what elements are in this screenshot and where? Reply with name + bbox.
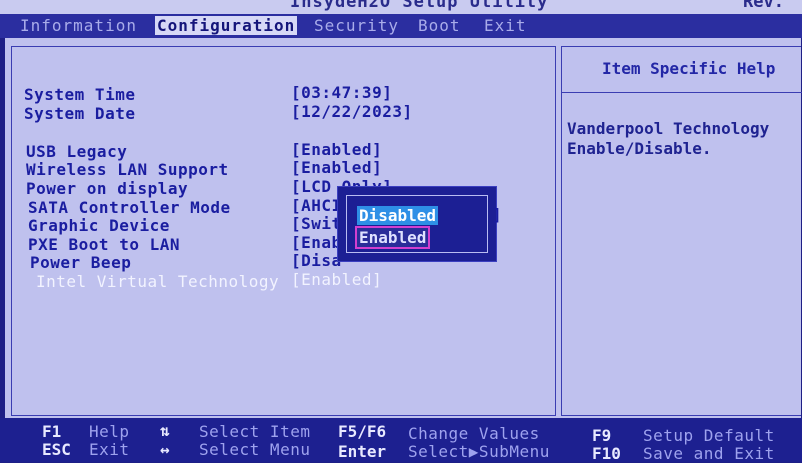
setting-pxe-boot-value[interactable]: [Enab — [291, 233, 342, 252]
key-select-item-desc: Select Item — [199, 422, 311, 441]
popup-options-box: Disabled Enabled — [346, 195, 488, 253]
key-f5-f6: F5/F6 — [338, 422, 387, 441]
key-f1-desc: Help — [89, 422, 130, 441]
setting-graphic-device-value[interactable]: [Swit — [291, 214, 342, 233]
key-enter: Enter — [338, 442, 387, 461]
popup-trailing-bracket: ] — [492, 205, 502, 224]
tab-exit[interactable]: Exit — [484, 16, 527, 35]
key-setup-default-desc: Setup Default — [643, 426, 775, 445]
key-save-exit-desc: Save and Exit — [643, 444, 775, 463]
popup-option-disabled[interactable]: Disabled — [357, 206, 439, 225]
key-submenu-desc: Select▶SubMenu — [408, 442, 550, 461]
setting-intel-vt-label[interactable]: Intel Virtual Technology — [36, 272, 279, 291]
tab-configuration[interactable]: Configuration — [155, 16, 298, 35]
setting-system-date-label[interactable]: System Date — [24, 104, 135, 123]
help-text-line-1: Vanderpool Technology — [567, 119, 770, 138]
key-select-menu-desc: Select Menu — [199, 440, 311, 459]
setting-power-beep-value[interactable]: [Disa — [291, 251, 342, 270]
setting-sata-mode-label[interactable]: SATA Controller Mode — [28, 198, 231, 217]
help-text-line-2: Enable/Disable. — [567, 139, 712, 158]
setting-system-date-value[interactable]: [12/22/2023] — [291, 102, 413, 121]
tab-boot[interactable]: Boot — [418, 16, 461, 35]
tab-information[interactable]: Information — [20, 16, 137, 35]
key-f9: F9 — [592, 426, 612, 445]
key-f1: F1 — [42, 422, 62, 441]
tab-security[interactable]: Security — [314, 16, 399, 35]
value-popup: Disabled Enabled — [337, 186, 497, 262]
help-pane: Item Specific Help Vanderpool Technology… — [561, 46, 802, 416]
setting-graphic-device-label[interactable]: Graphic Device — [28, 216, 170, 235]
bios-screen: InsydeH2O Setup Utility Rev. Information… — [0, 0, 802, 463]
setting-power-beep-label[interactable]: Power Beep — [30, 253, 131, 272]
menu-bar: Information Configuration Security Boot … — [0, 14, 802, 38]
setting-intel-vt-value[interactable]: [Enabled] — [291, 270, 382, 289]
setting-power-on-display-label[interactable]: Power on display — [26, 179, 188, 198]
setting-system-time-label[interactable]: System Time — [24, 85, 135, 104]
setting-usb-legacy-label[interactable]: USB Legacy — [26, 142, 127, 161]
key-legend-bar: F1 Help ESC Exit ⇅ Select Item ↔ Select … — [0, 418, 802, 463]
setting-pxe-boot-label[interactable]: PXE Boot to LAN — [28, 235, 180, 254]
title-bar: InsydeH2O Setup Utility Rev. — [0, 0, 802, 14]
help-header: Item Specific Help — [562, 47, 802, 93]
help-title: Item Specific Help — [602, 59, 776, 78]
key-esc-desc: Exit — [89, 440, 130, 459]
key-change-values-desc: Change Values — [408, 424, 540, 443]
key-f10: F10 — [592, 444, 621, 463]
updown-arrows-icon: ⇅ — [160, 421, 170, 440]
setting-wireless-lan-value[interactable]: [Enabled] — [291, 158, 382, 177]
setting-wireless-lan-label[interactable]: Wireless LAN Support — [26, 160, 229, 179]
setting-system-time-value[interactable]: [03:47:39] — [291, 83, 392, 102]
setting-sata-mode-value[interactable]: [AHCI — [291, 196, 342, 215]
popup-option-enabled[interactable]: Enabled — [355, 226, 431, 249]
leftright-arrows-icon: ↔ — [160, 440, 170, 459]
revision-label: Rev. — [743, 0, 784, 12]
setting-usb-legacy-value[interactable]: [Enabled] — [291, 140, 382, 159]
app-title: InsydeH2O Setup Utility — [290, 0, 549, 12]
key-esc: ESC — [42, 440, 71, 459]
